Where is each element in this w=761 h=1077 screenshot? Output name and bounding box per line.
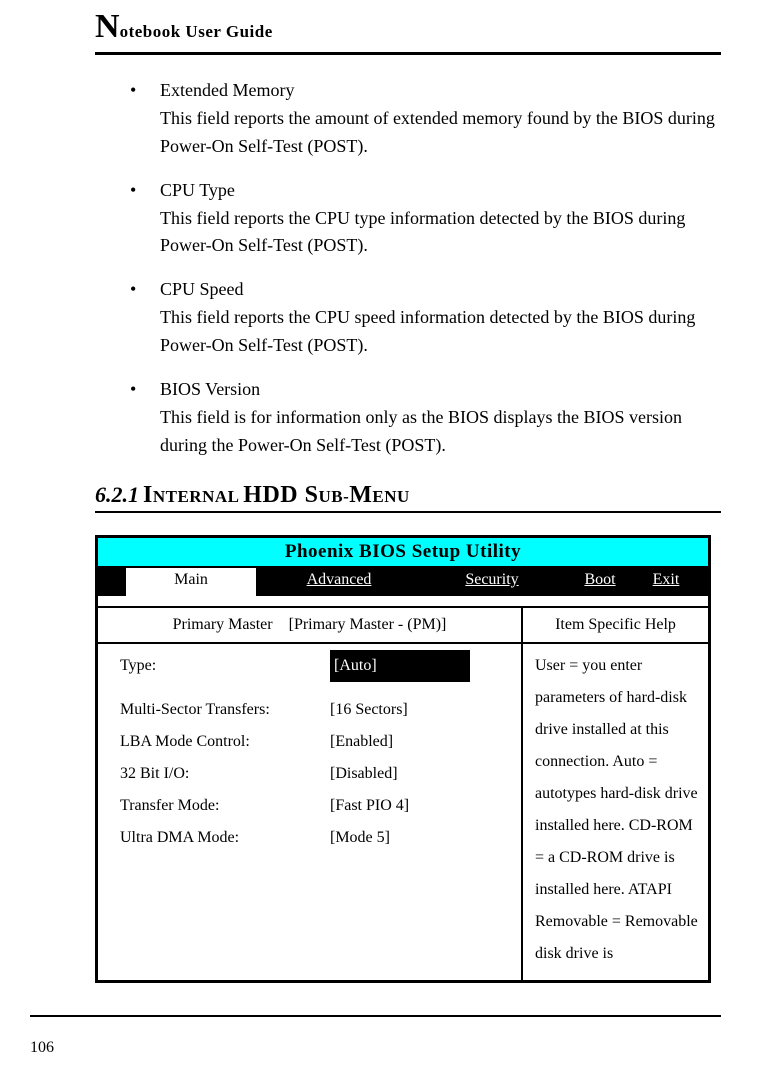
bios-body: Primary Master [Primary Master - (PM)] T…	[98, 608, 708, 980]
bios-help-pane: Item Specific Help User = you enter para…	[523, 608, 708, 980]
field-desc: This field is for information only as th…	[160, 404, 721, 460]
bios-tabs: Main Advanced Security Boot Exit	[98, 568, 708, 596]
field-title: CPU Type	[160, 177, 721, 205]
field-desc: This field reports the CPU type informat…	[160, 205, 721, 261]
bios-field-label: 32 Bit I/O:	[120, 758, 330, 790]
bios-field-value-selected[interactable]: [Auto]	[330, 650, 470, 682]
bios-field-label: Ultra DMA Mode:	[120, 822, 330, 854]
bios-field-row[interactable]: Type: [Auto]	[120, 650, 505, 682]
tab-spacer	[98, 568, 126, 596]
bios-left-pane: Primary Master [Primary Master - (PM)] T…	[98, 608, 523, 980]
spacer	[120, 682, 505, 694]
bios-field-label: Type:	[120, 650, 330, 682]
bios-field-value[interactable]: [Fast PIO 4]	[330, 790, 470, 822]
bios-field-value[interactable]: [Enabled]	[330, 726, 470, 758]
field-desc: This field reports the amount of extende…	[160, 105, 721, 161]
tab-boot[interactable]: Boot	[570, 568, 630, 596]
bios-subheader-left: Primary Master [Primary Master - (PM)]	[98, 608, 521, 642]
bios-help-header: Item Specific Help	[523, 608, 708, 642]
field-item: CPU Speed This field reports the CPU spe…	[130, 276, 721, 360]
header-title: Notebook User Guide	[95, 24, 273, 41]
header-title-rest: otebook User Guide	[120, 22, 273, 41]
bios-field-row[interactable]: Transfer Mode: [Fast PIO 4]	[120, 790, 505, 822]
field-list: Extended Memory This field reports the a…	[95, 77, 721, 460]
bios-field-value[interactable]: [Mode 5]	[330, 822, 470, 854]
field-title: BIOS Version	[160, 376, 721, 404]
bios-fields: Type: [Auto] Multi-Sector Transfers: [16…	[98, 644, 521, 864]
page-number: 106	[30, 1039, 54, 1057]
bios-field-value[interactable]: [16 Sectors]	[330, 694, 470, 726]
field-item: BIOS Version This field is for informati…	[130, 376, 721, 460]
bios-field-row[interactable]: Multi-Sector Transfers: [16 Sectors]	[120, 694, 505, 726]
section-heading: 6.2.1 INTERNAL HDD SUB-MENU	[95, 482, 721, 513]
field-item: Extended Memory This field reports the a…	[130, 77, 721, 161]
tab-advanced[interactable]: Advanced	[264, 568, 414, 596]
page: Notebook User Guide Extended Memory This…	[0, 0, 761, 1077]
field-title: Extended Memory	[160, 77, 721, 105]
bios-field-label: Multi-Sector Transfers:	[120, 694, 330, 726]
bios-field-row[interactable]: Ultra DMA Mode: [Mode 5]	[120, 822, 505, 854]
bios-title: Phoenix BIOS Setup Utility	[98, 538, 708, 568]
bios-setup-panel: Phoenix BIOS Setup Utility Main Advanced…	[95, 535, 711, 983]
bios-field-value[interactable]: [Disabled]	[330, 758, 470, 790]
field-item: CPU Type This field reports the CPU type…	[130, 177, 721, 261]
tab-security[interactable]: Security	[422, 568, 562, 596]
field-title: CPU Speed	[160, 276, 721, 304]
subheader-value: [Primary Master - (PM)]	[289, 616, 447, 633]
bios-field-label: Transfer Mode:	[120, 790, 330, 822]
section-number: 6.2.1	[95, 482, 139, 507]
tab-main[interactable]: Main	[126, 568, 256, 596]
bios-help-text: User = you enter parameters of hard-disk…	[523, 644, 708, 980]
bios-subheader: Primary Master [Primary Master - (PM)]	[98, 608, 521, 644]
page-header: Notebook User Guide	[95, 0, 721, 55]
tab-exit[interactable]: Exit	[636, 568, 696, 596]
section-title: INTERNAL HDD SUB-MENU	[143, 487, 410, 506]
header-title-cap: N	[95, 8, 120, 45]
bios-field-row[interactable]: 32 Bit I/O: [Disabled]	[120, 758, 505, 790]
bios-strip	[98, 596, 708, 608]
bios-field-label: LBA Mode Control:	[120, 726, 330, 758]
page-rule	[30, 1015, 721, 1017]
bios-field-row[interactable]: LBA Mode Control: [Enabled]	[120, 726, 505, 758]
bios-help-header-row: Item Specific Help	[523, 608, 708, 644]
subheader-label: Primary Master	[173, 616, 273, 633]
field-desc: This field reports the CPU speed informa…	[160, 304, 721, 360]
